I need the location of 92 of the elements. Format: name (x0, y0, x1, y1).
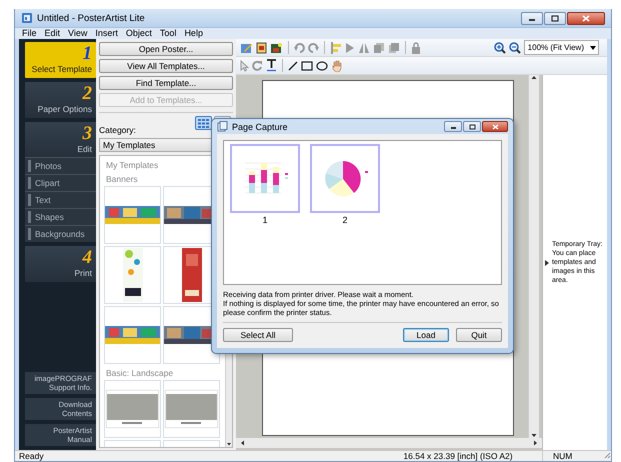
banner-preview-drawing (105, 206, 160, 224)
pointer-icon[interactable] (240, 60, 249, 72)
menu-item[interactable]: Insert (92, 28, 121, 39)
group-heading: Basic: Landscape (105, 367, 174, 378)
layer-back-icon[interactable] (373, 42, 385, 54)
menu-item[interactable]: Object (122, 28, 155, 39)
template-action-button[interactable]: Find Template... (99, 76, 233, 90)
template-action-button[interactable]: Open Poster... (99, 42, 233, 56)
menu-item[interactable]: View (65, 28, 90, 39)
template-thumbnail[interactable] (104, 246, 161, 304)
menu-item[interactable]: Edit (42, 28, 64, 39)
close-button[interactable] (482, 121, 508, 132)
template-thumbnail[interactable] (104, 380, 161, 438)
step-number: 3 (82, 124, 92, 144)
layer-front-icon[interactable] (388, 42, 400, 54)
template-thumbnail[interactable] (104, 306, 161, 364)
zoom-dropdown[interactable]: 100% (Fit View) (524, 40, 599, 55)
maximize-button[interactable] (544, 12, 566, 24)
triangle-icon[interactable] (345, 42, 355, 54)
align-icon[interactable] (330, 42, 342, 54)
group-heading: Banners (105, 173, 139, 184)
scroll-right-arrow-icon[interactable] (533, 440, 538, 446)
maximize-icon (468, 124, 476, 130)
scroll-up-arrow-icon[interactable] (531, 75, 537, 80)
minimize-button[interactable] (444, 121, 462, 132)
menu-item[interactable]: Tool (156, 28, 180, 39)
step-label: Edit (77, 144, 92, 154)
menu-item[interactable]: File (19, 28, 40, 39)
maximize-button[interactable] (463, 121, 481, 132)
menu-item[interactable]: Help (181, 28, 206, 39)
resize-grip-icon[interactable] (603, 451, 611, 459)
dialog-button[interactable]: Select All (223, 328, 293, 342)
flip-icon[interactable] (358, 42, 370, 54)
step-number: 1 (82, 44, 92, 64)
image-icon[interactable] (270, 42, 283, 54)
vertical-scrollbar[interactable] (528, 75, 539, 438)
scroll-down-arrow-icon[interactable] (226, 441, 232, 447)
template-action-button[interactable]: View All Templates... (99, 59, 233, 73)
redo-icon[interactable] (308, 42, 319, 52)
zoom-out-icon[interactable] (508, 42, 521, 54)
page-thumbnail[interactable] (230, 144, 300, 213)
template-thumbnail[interactable] (104, 186, 161, 244)
horizontal-scrollbar[interactable] (236, 438, 542, 448)
dialog-title: Page Capture (232, 122, 289, 132)
window-title: Untitled - PosterArtist Lite (37, 12, 146, 24)
category-label: Category: (99, 125, 136, 135)
dialog-button[interactable]: Quit (456, 328, 502, 342)
dialog-button[interactable]: Load (403, 328, 449, 342)
page-number: 1 (262, 215, 268, 225)
status-text: NUM (552, 451, 574, 461)
group-heading: My Templates (105, 159, 160, 170)
banner-preview-drawing (105, 326, 160, 344)
document-icon[interactable] (256, 42, 267, 54)
page-number: 2 (342, 215, 348, 225)
step-tab[interactable]: 1 Select Template (25, 42, 96, 78)
step-label: Print (74, 268, 92, 278)
minimize-button[interactable] (521, 12, 543, 24)
close-icon (582, 14, 590, 22)
scroll-left-arrow-icon[interactable] (240, 440, 245, 446)
step-tab[interactable]: 3 Edit (25, 122, 96, 157)
minimize-icon (450, 124, 456, 129)
step-tab[interactable]: 4 Print (25, 246, 96, 282)
rectangle-tool-icon[interactable] (301, 60, 313, 70)
grid-view-button[interactable] (195, 116, 212, 130)
ellipse-tool-icon[interactable] (316, 60, 328, 70)
zoom-in-icon[interactable] (494, 42, 506, 54)
pages-icon (217, 121, 228, 132)
status-text: 16.54 x 23.39 [inch] (ISO A2) (374, 451, 543, 461)
line-tool-icon[interactable] (288, 60, 298, 70)
collapse-arrow-icon[interactable] (545, 260, 549, 266)
layout-preview-drawing (165, 390, 218, 428)
page-thumbnail[interactable] (310, 144, 380, 213)
step-tab[interactable]: 2 Paper Options (25, 82, 96, 118)
step-number: 4 (82, 248, 92, 268)
status-text: Ready (18, 451, 45, 461)
lock-icon[interactable] (411, 42, 421, 54)
undo-icon[interactable] (294, 42, 305, 52)
banner-preview-drawing (182, 248, 202, 302)
scroll-down-arrow-icon[interactable] (531, 433, 537, 438)
maximize-icon (551, 14, 559, 22)
step-label: Paper Options (38, 104, 92, 114)
step-number: 2 (82, 84, 92, 104)
edit-icon[interactable] (240, 42, 253, 54)
caret-icon (590, 46, 596, 50)
text-tool-icon[interactable] (266, 59, 277, 72)
layout-preview-drawing (106, 390, 159, 428)
close-icon (492, 124, 498, 130)
step-label: Select Template (32, 64, 92, 74)
close-button[interactable] (567, 12, 605, 24)
app-icon (21, 12, 33, 24)
banner-preview-drawing (122, 248, 142, 302)
template-thumbnail[interactable] (163, 380, 220, 438)
